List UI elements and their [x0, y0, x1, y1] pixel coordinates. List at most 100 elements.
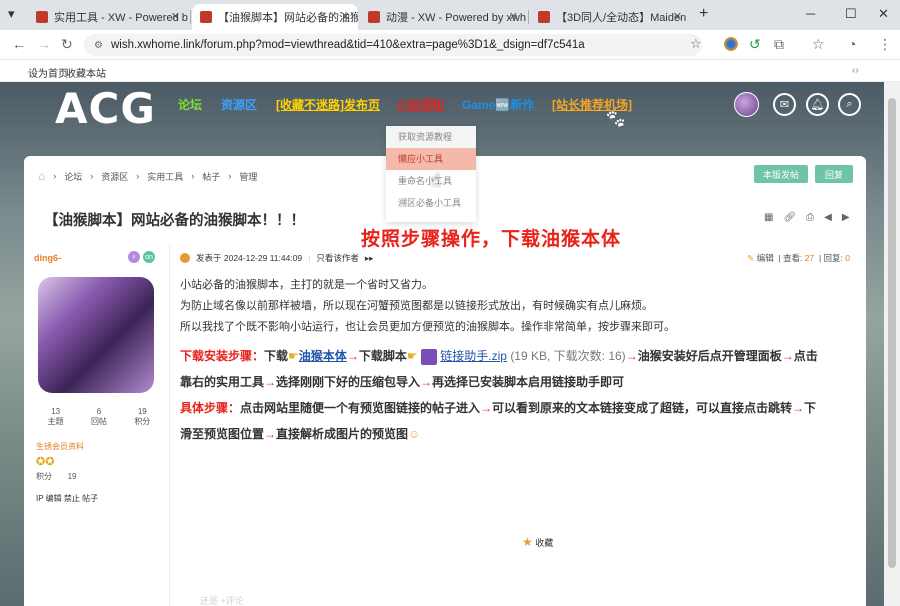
back-icon[interactable]: ←: [12, 36, 26, 52]
tab-separator: [190, 10, 191, 24]
author-online-icon: [180, 253, 190, 263]
online-icon: on: [143, 251, 155, 263]
next-thread-icon[interactable]: ▶: [842, 212, 850, 223]
new-tab-button[interactable]: +: [699, 5, 708, 23]
bookmark-star-icon[interactable]: ☆: [690, 36, 702, 52]
close-tab-icon[interactable]: ✕: [673, 10, 682, 23]
nav-site-notice[interactable]: 小站须知: [396, 96, 444, 113]
set-homepage-link[interactable]: 设为首页: [28, 65, 68, 80]
more-icon[interactable]: ▸▸: [365, 253, 374, 264]
thread-container: ⌂ › 论坛 › 资源区 › 实用工具 › 帖子 › 管理 本版发帖 回复 【油猴脚本】网…: [24, 156, 866, 606]
tab-list-icon[interactable]: ▾: [8, 6, 15, 22]
forward-icon[interactable]: →: [37, 36, 51, 52]
browser-tab[interactable]: 实用工具 - XW - Powered by ✕: [28, 4, 188, 30]
reload-icon[interactable]: ↻: [61, 36, 73, 53]
attachment-link[interactable]: 链接助手.zip: [440, 349, 507, 363]
message-icon[interactable]: ✉: [773, 93, 796, 116]
scrollbar-thumb[interactable]: [888, 98, 896, 568]
site-favicon-icon: [36, 11, 48, 23]
browser-tab[interactable]: 【3D同人/全动态】Maiden M ✕: [530, 4, 690, 30]
author-points: 积分 19: [36, 472, 77, 481]
dropdown-item-active[interactable]: 懒应小工具: [386, 148, 476, 170]
nav-publish-page[interactable]: [收藏不迷路]发布页: [276, 96, 380, 113]
collect-button[interactable]: ★ 收藏: [522, 535, 553, 549]
star-icon: ★: [522, 535, 533, 549]
extension-icon[interactable]: [724, 37, 738, 51]
mouse-cursor-icon: ☝: [430, 170, 441, 190]
forum-page: ACG 论坛 资源区 [收藏不迷路]发布页 小站须知 Game🆕新作 [站长推荐…: [0, 82, 884, 606]
maximize-icon[interactable]: ☐: [845, 6, 857, 22]
menu-dots-icon[interactable]: ⋮: [878, 36, 892, 53]
home-icon[interactable]: ⌂: [38, 169, 45, 183]
close-tab-icon[interactable]: ✕: [509, 10, 518, 23]
site-logo[interactable]: ACG: [55, 84, 156, 133]
browser-tab-active[interactable]: 【油猴脚本】网站必备的油猴脚 ✕: [192, 4, 358, 30]
post-paragraph: 所以我找了个既不影响小站运行，也让会员更加方便预览的油猴脚本。操作非常简单，按步…: [180, 321, 675, 333]
edit-icon: ✎: [747, 253, 755, 263]
profile-icon[interactable]: ◔: [848, 36, 856, 52]
emoji-icon: ☺: [408, 427, 421, 441]
post-stats: ✎ 编辑 | 查看: 27 | 回复: 0: [747, 253, 850, 263]
address-bar-row: ← → ↻ ⚙ wish.xwhome.link/forum.php?mod=v…: [0, 30, 900, 60]
new-post-button[interactable]: 本版发帖: [754, 165, 808, 183]
reply-button[interactable]: 回复: [815, 165, 853, 183]
breadcrumb-item[interactable]: 论坛: [64, 170, 82, 183]
post-body: 发表于 2024-12-29 11:44:09 | 只看该作者 ▸▸ ✎ 编辑 …: [170, 245, 866, 606]
post-paragraph: 小站必备的油猴脚本，主打的就是一个省时又省力。: [180, 279, 433, 291]
page-scrollbar[interactable]: [884, 82, 900, 606]
print-icon[interactable]: ⎙: [806, 212, 814, 223]
breadcrumb-item[interactable]: 资源区: [101, 170, 128, 183]
post-meta: 发表于 2024-12-29 11:44:09 | 只看该作者 ▸▸: [180, 252, 373, 264]
qrcode-icon[interactable]: ▦: [764, 212, 773, 223]
nav-resources[interactable]: 资源区: [221, 96, 257, 113]
site-info-icon[interactable]: ⚙: [94, 40, 103, 51]
dropdown-item[interactable]: 溯区必备小工具: [386, 192, 476, 214]
tampermonkey-link[interactable]: 油猴本体: [299, 349, 347, 363]
pointing-hand-icon: ☛: [406, 349, 418, 363]
pointing-hand-icon: ☛: [288, 349, 299, 363]
nav-game-new[interactable]: Game🆕新作: [462, 96, 534, 113]
notification-bell-icon[interactable]: 🔔︎: [806, 93, 829, 116]
user-group-link[interactable]: 生锈会员资料: [36, 441, 84, 452]
nav-forum[interactable]: 论坛: [178, 96, 202, 113]
post-paragraph: 为防止域名像以前那样被墙，所以现在河蟹预览图都是以链接形式放出，有时候确实有点儿…: [180, 300, 653, 312]
browser-tab[interactable]: 动漫 - XW - Powered by xwh ✕: [360, 4, 526, 30]
author-avatar[interactable]: [38, 277, 154, 393]
site-favicon-icon: [368, 11, 380, 23]
breadcrumb-item[interactable]: 实用工具: [147, 170, 183, 183]
bookmark-site-link[interactable]: 收藏本站: [66, 65, 106, 80]
search-icon[interactable]: ⌕: [838, 93, 861, 116]
extension-refresh-icon[interactable]: ↺: [749, 36, 761, 53]
tab-separator: [528, 10, 529, 24]
user-avatar[interactable]: [734, 92, 759, 117]
install-steps: 下载安装步骤：下载☛油猴本体→下载脚本☛ 链接助手.zip (19 KB, 下载…: [180, 348, 818, 441]
breadcrumb-item[interactable]: 管理: [239, 170, 257, 183]
dropdown-item[interactable]: 获取资源教程: [386, 126, 476, 148]
link-icon[interactable]: 🔗︎: [783, 212, 796, 223]
prev-thread-icon[interactable]: ◀: [824, 212, 832, 223]
edit-link[interactable]: 编辑: [757, 253, 774, 263]
gender-icon: ♀: [128, 251, 140, 263]
author-admin-actions[interactable]: IP 编辑 禁止 帖子: [36, 493, 98, 504]
close-tab-icon[interactable]: ✕: [171, 10, 180, 23]
level-sun-icon: ✪✪: [36, 456, 55, 468]
site-favicon-icon: [538, 11, 550, 23]
thread-title: 【油猴脚本】网站必备的油猴脚本！！！: [44, 213, 305, 229]
footer-hint: 还是 +评论: [200, 596, 244, 606]
minimize-icon[interactable]: ─: [806, 6, 815, 21]
close-window-icon[interactable]: ✕: [878, 6, 889, 22]
zip-file-icon: [420, 348, 437, 365]
favorites-icon[interactable]: ☆: [812, 36, 825, 53]
breadcrumb-item[interactable]: 帖子: [202, 170, 220, 183]
extensions-puzzle-icon[interactable]: ⧉: [774, 36, 784, 53]
site-header: ACG 论坛 资源区 [收藏不迷路]发布页 小站须知 Game🆕新作 [站长推荐…: [0, 82, 884, 133]
only-author-link[interactable]: 只看该作者: [316, 252, 359, 264]
paw-icon: 🐾︎: [604, 109, 627, 129]
author-name[interactable]: ding6-: [34, 253, 61, 263]
url-input[interactable]: ⚙ wish.xwhome.link/forum.php?mod=viewthr…: [84, 34, 702, 56]
thread-tools: ▦ 🔗︎ ⎙ ◀ ▶: [764, 212, 860, 223]
close-tab-icon[interactable]: ✕: [341, 10, 350, 23]
expand-icon[interactable]: ‹›: [852, 65, 859, 76]
browser-tab-strip: 实用工具 - XW - Powered by ✕ 【油猴脚本】网站必备的油猴脚 ✕ …: [0, 0, 900, 30]
site-favicon-icon: [200, 11, 212, 23]
